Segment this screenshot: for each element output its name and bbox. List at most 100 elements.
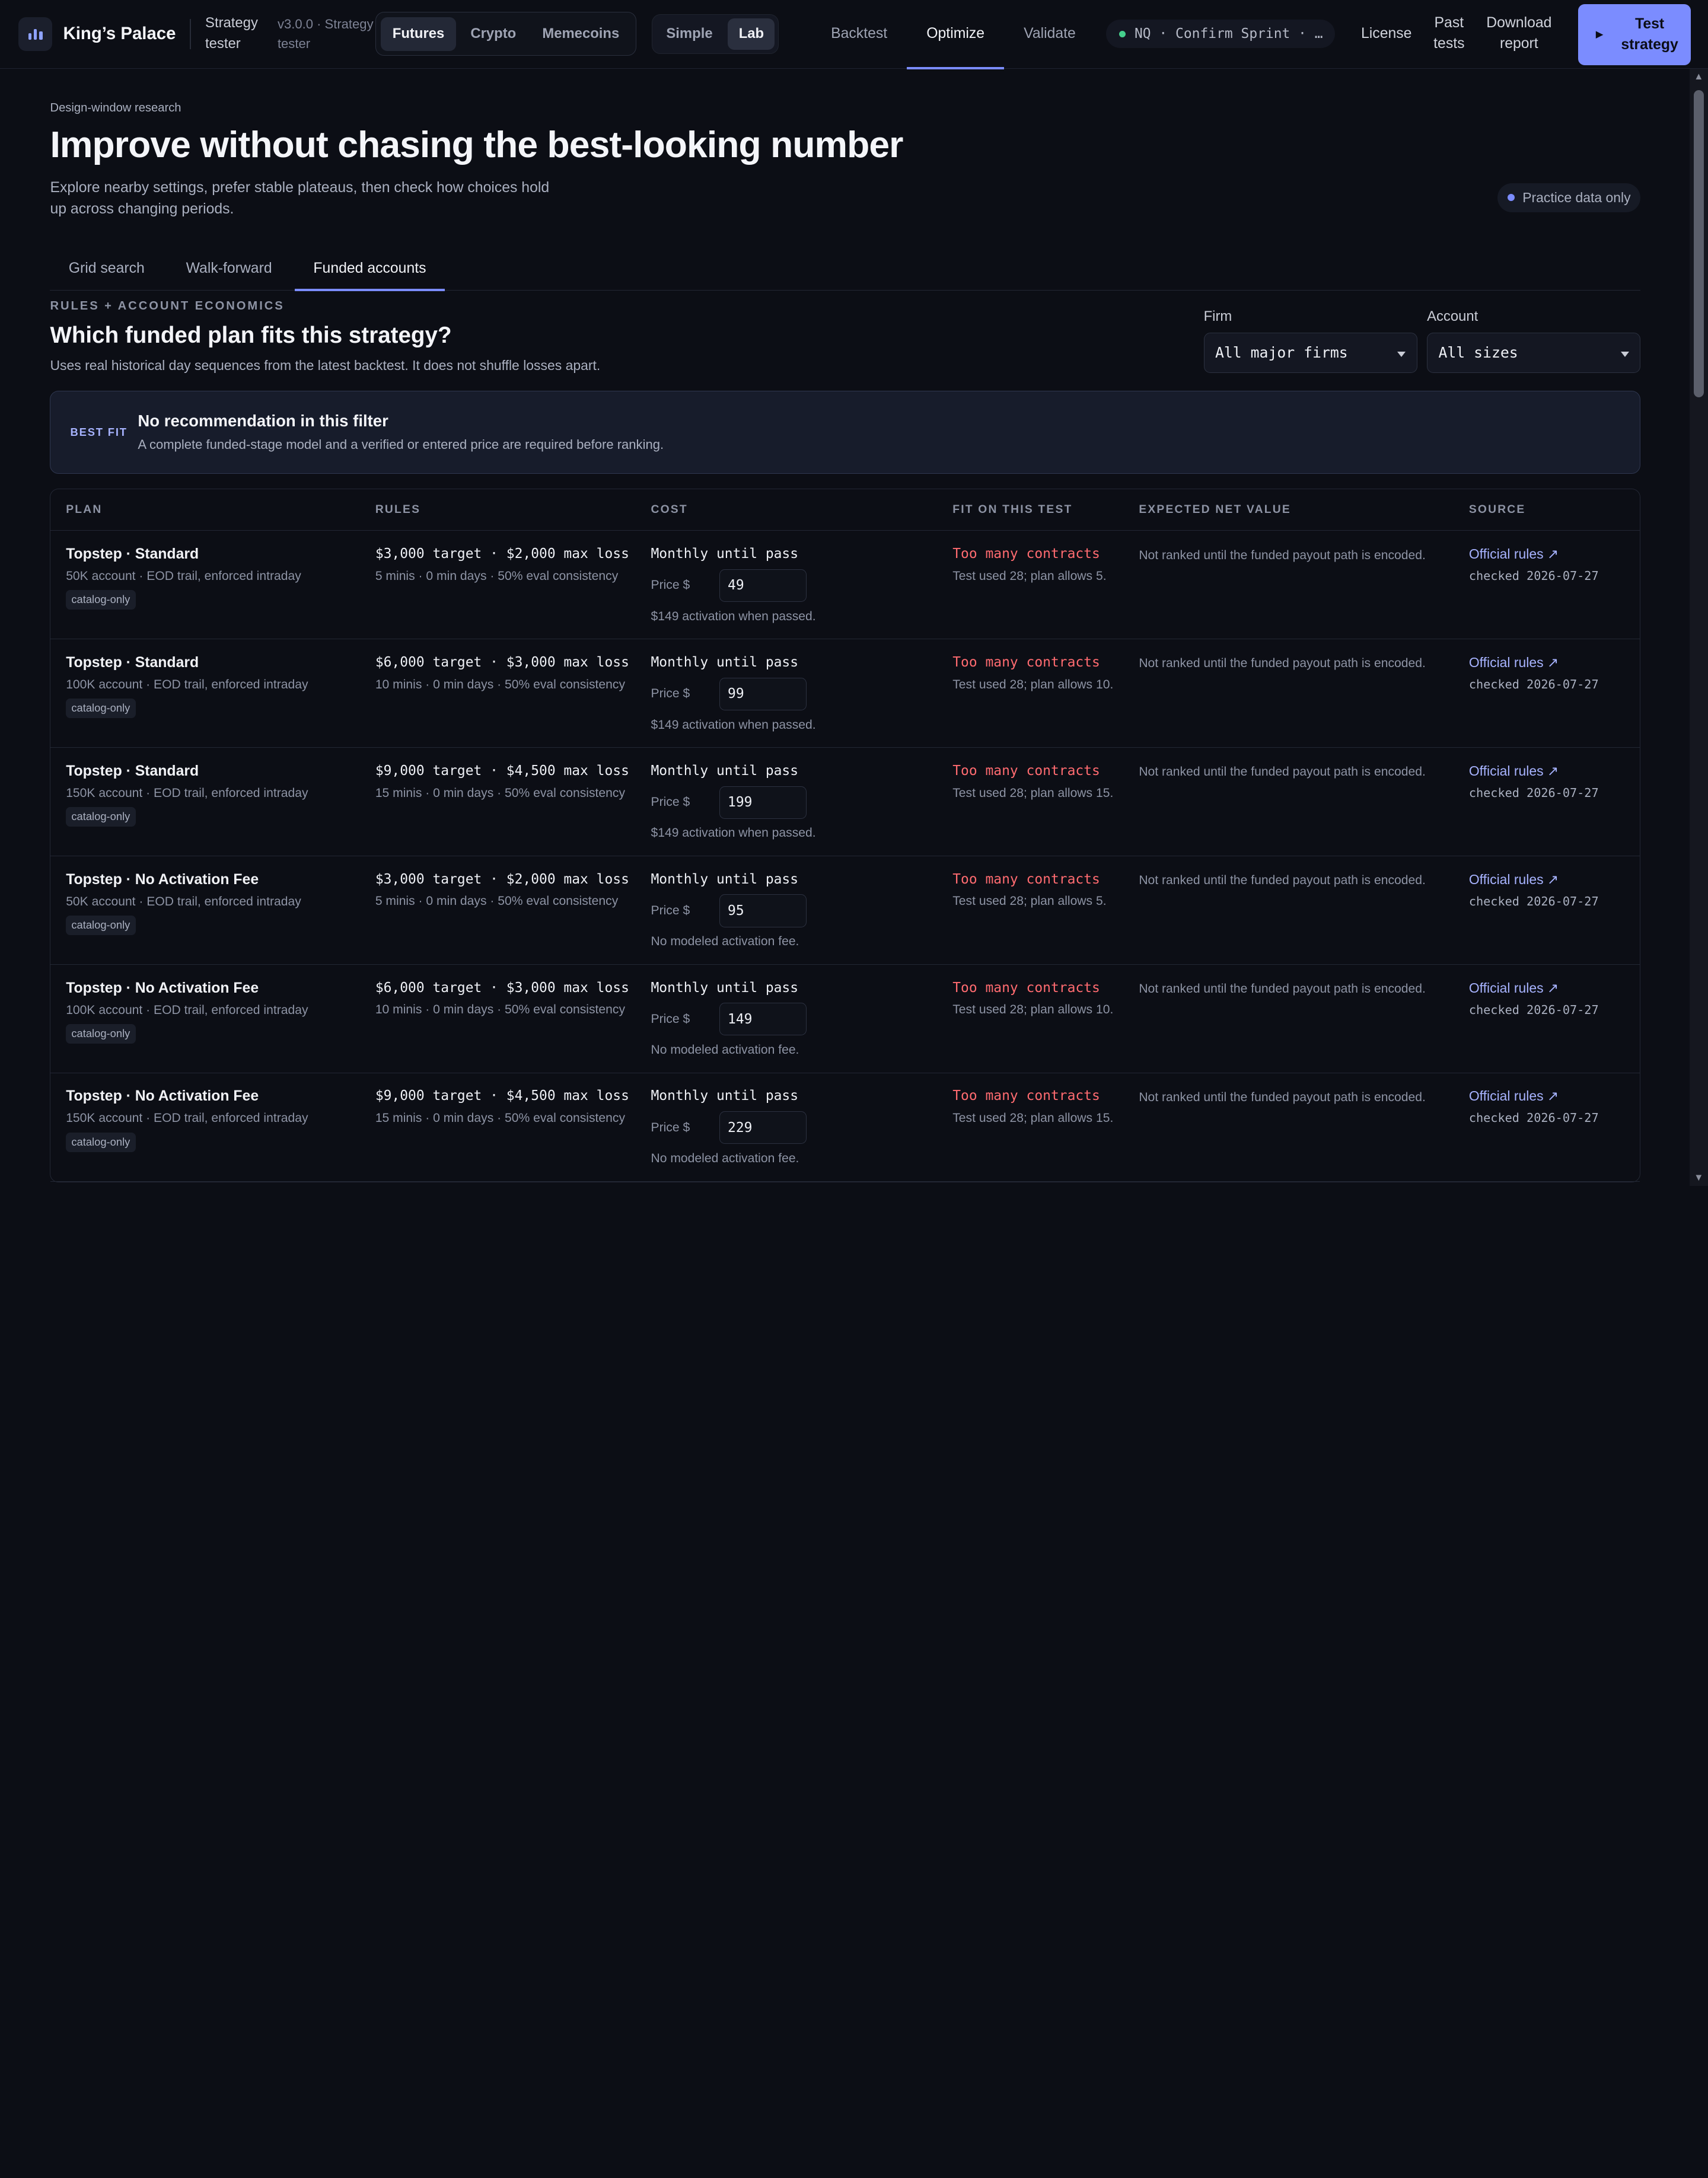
status-dot-icon xyxy=(1119,30,1126,37)
past-tests-line1: Past xyxy=(1434,15,1464,31)
divider xyxy=(190,18,192,50)
scroll-up-icon[interactable]: ▲ xyxy=(1690,71,1708,82)
best-fit-desc: A complete funded-stage model and a veri… xyxy=(138,437,664,452)
play-icon: ▶ xyxy=(1595,28,1604,40)
checked-date: checked 2026-07-27 xyxy=(1468,894,1599,908)
scrollbar[interactable]: ▲ ▼ xyxy=(1689,68,1708,1187)
cost-note: No modeled activation fee. xyxy=(651,935,799,949)
official-rules-link[interactable]: Official rules ↗ xyxy=(1469,546,1640,562)
table-body: Topstep · Standard 50K account · EOD tra… xyxy=(50,531,1640,1182)
app-subtitle-line1: Strategy xyxy=(205,15,258,31)
nav-validate[interactable]: Validate xyxy=(1004,0,1095,68)
table-header: PLAN RULES COST FIT ON THIS TEST EXPECTE… xyxy=(50,489,1640,531)
plan-name: Topstep · Standard xyxy=(66,654,199,671)
strategy-selector[interactable]: NQ · Confirm Sprint · … xyxy=(1106,20,1335,49)
price-input[interactable]: 199 xyxy=(719,786,807,819)
bar-chart-icon[interactable] xyxy=(18,17,53,51)
source-cell: Official rules ↗ checked 2026-07-27 xyxy=(1469,872,1640,964)
source-cell: Official rules ↗ checked 2026-07-27 xyxy=(1469,980,1640,1073)
fit-desc: Test used 28; plan allows 10. xyxy=(952,1003,1114,1017)
app-window: King’s Palace Strategy tester v3.0.0 · S… xyxy=(0,0,1708,1187)
catalog-chip: catalog-only xyxy=(66,1023,136,1044)
col-cost: COST xyxy=(651,503,688,516)
col-fit: FIT ON THIS TEST xyxy=(952,503,1073,516)
nav-backtest[interactable]: Backtest xyxy=(811,0,907,68)
cost-type: Monthly until pass xyxy=(651,1088,799,1104)
nav-optimize[interactable]: Optimize xyxy=(907,0,1005,70)
brand-name[interactable]: King’s Palace xyxy=(63,24,176,44)
test-strategy-line1: Test xyxy=(1635,15,1665,32)
official-rules-link[interactable]: Official rules ↗ xyxy=(1469,655,1640,671)
license-link[interactable]: License xyxy=(1350,24,1423,44)
rules-summary: $6,000 target · $3,000 max loss xyxy=(375,654,629,670)
price-input[interactable]: 49 xyxy=(719,569,807,602)
ev-cell: Not ranked until the funded payout path … xyxy=(1139,763,1469,856)
official-rules-link[interactable]: Official rules ↗ xyxy=(1469,872,1640,888)
price-row: Price $ 199 xyxy=(651,786,952,819)
tab-grid-search[interactable]: Grid search xyxy=(50,247,163,289)
plan-desc: 50K account · EOD trail, enforced intrad… xyxy=(66,894,301,908)
official-rules-link[interactable]: Official rules ↗ xyxy=(1469,1088,1640,1104)
rules-desc: 10 minis · 0 min days · 50% eval consist… xyxy=(375,677,626,691)
tab-funded-accounts[interactable]: Funded accounts xyxy=(295,247,445,292)
cost-type: Monthly until pass xyxy=(651,546,799,562)
firm-select-value: All major firms xyxy=(1215,344,1348,362)
account-select[interactable]: All sizes xyxy=(1427,332,1641,373)
source-cell: Official rules ↗ checked 2026-07-27 xyxy=(1469,655,1640,747)
rules-summary: $6,000 target · $3,000 max loss xyxy=(375,980,629,996)
price-label: Price $ xyxy=(651,578,690,592)
official-rules-link[interactable]: Official rules ↗ xyxy=(1469,763,1640,779)
price-label: Price $ xyxy=(651,795,690,809)
chevron-down-icon xyxy=(1397,351,1406,357)
rules-desc: 5 minis · 0 min days · 50% eval consiste… xyxy=(375,894,619,908)
market-switch: Futures Crypto Memecoins xyxy=(375,12,636,56)
catalog-chip: catalog-only xyxy=(66,698,136,718)
catalog-chip: catalog-only xyxy=(66,806,136,827)
plan-cell: Topstep · No Activation Fee 50K account … xyxy=(50,872,375,964)
mode-tab-lab[interactable]: Lab xyxy=(728,18,775,50)
fit-desc: Test used 28; plan allows 15. xyxy=(952,786,1114,800)
firm-select[interactable]: All major firms xyxy=(1203,332,1417,373)
test-strategy-button[interactable]: ▶ Test strategy xyxy=(1578,4,1691,66)
market-tab-crypto[interactable]: Crypto xyxy=(458,17,528,51)
market-tab-futures[interactable]: Futures xyxy=(380,17,457,52)
catalog-chip: catalog-only xyxy=(66,589,136,610)
rules-cell: $3,000 target · $2,000 max loss 5 minis … xyxy=(375,872,651,964)
download-report-link[interactable]: Download report xyxy=(1476,13,1563,55)
app-subtitle: Strategy tester xyxy=(205,13,258,55)
plan-cell: Topstep · Standard 50K account · EOD tra… xyxy=(50,546,375,639)
cost-cell: Monthly until pass Price $ 95 No modeled… xyxy=(651,872,952,964)
past-tests-link[interactable]: Past tests xyxy=(1423,13,1476,55)
scroll-down-icon[interactable]: ▼ xyxy=(1690,1172,1708,1184)
checked-date: checked 2026-07-27 xyxy=(1468,1002,1599,1017)
price-input[interactable]: 149 xyxy=(719,1003,807,1036)
price-input[interactable]: 229 xyxy=(719,1111,807,1144)
market-tab-memecoins[interactable]: Memecoins xyxy=(530,17,631,51)
tab-walk-forward[interactable]: Walk-forward xyxy=(167,247,290,289)
official-rules-link[interactable]: Official rules ↗ xyxy=(1469,980,1640,996)
header-links: License Past tests Download report xyxy=(1350,13,1563,55)
price-row: Price $ 149 xyxy=(651,1003,952,1036)
expected-value-note: Not ranked until the funded payout path … xyxy=(1139,982,1426,996)
account-select-value: All sizes xyxy=(1438,344,1518,362)
plan-desc: 150K account · EOD trail, enforced intra… xyxy=(66,786,308,800)
ev-cell: Not ranked until the funded payout path … xyxy=(1139,980,1469,1073)
mode-tab-simple[interactable]: Simple xyxy=(655,18,724,50)
table-row: Topstep · No Activation Fee 100K account… xyxy=(50,965,1640,1073)
plan-desc: 150K account · EOD trail, enforced intra… xyxy=(66,1111,308,1125)
plan-cell: Topstep · No Activation Fee 100K account… xyxy=(50,980,375,1073)
mode-switch: Simple Lab xyxy=(651,14,779,54)
price-row: Price $ 99 xyxy=(651,677,952,710)
rules-summary: $3,000 target · $2,000 max loss xyxy=(375,546,629,562)
price-row: Price $ 95 xyxy=(651,894,952,927)
filters: Firm All major firms Account All sizes xyxy=(1203,308,1641,373)
fit-desc: Test used 28; plan allows 10. xyxy=(952,677,1114,691)
col-plan: PLAN xyxy=(66,503,103,516)
main-content: Design-window research Improve without c… xyxy=(50,69,1641,1182)
fit-cell: Too many contracts Test used 28; plan al… xyxy=(952,872,1139,964)
main-nav: Backtest Optimize Validate xyxy=(811,0,1095,70)
price-input[interactable]: 99 xyxy=(719,677,807,710)
app-subtitle-line2: tester xyxy=(205,36,241,52)
price-input[interactable]: 95 xyxy=(719,894,807,927)
scrollbar-thumb[interactable] xyxy=(1694,90,1704,398)
